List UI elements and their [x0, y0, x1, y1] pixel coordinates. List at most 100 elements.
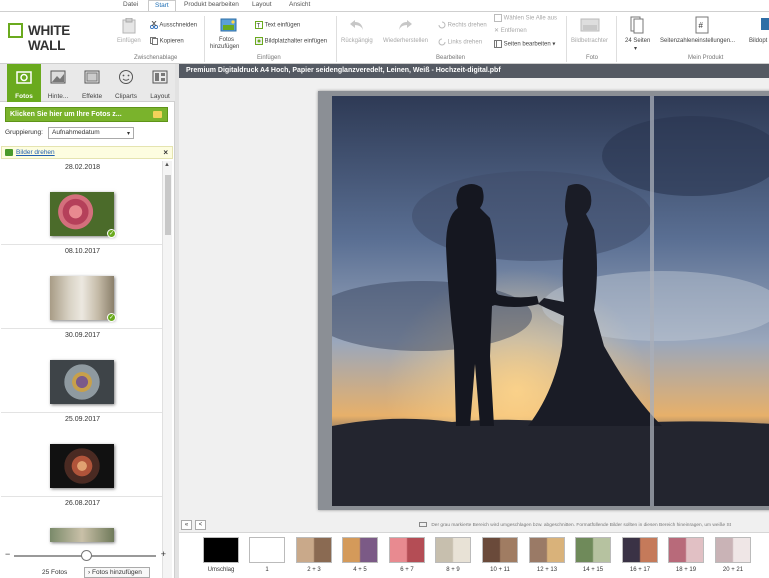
thumbnail-zoom-slider[interactable]: − + — [0, 549, 175, 563]
insert-placeholder-button[interactable]: Bildplatzhalter einfügen — [255, 37, 327, 45]
add-photos-icon — [220, 18, 237, 32]
zoom-out-button[interactable]: − — [5, 549, 10, 559]
panel-tab-photos[interactable]: Fotos — [7, 64, 41, 102]
rotate-right-button[interactable]: Rechts drehen — [438, 21, 487, 29]
photo-thumbnail[interactable] — [50, 360, 114, 404]
page-thumbnail[interactable] — [575, 537, 611, 563]
select-all-label: Wählen Sie Alle aus — [503, 15, 558, 22]
paste-icon — [122, 18, 136, 34]
image-options-icon — [761, 18, 769, 30]
grouping-label: Gruppierung: — [5, 129, 43, 136]
spread-photo[interactable] — [332, 96, 769, 506]
panel-tab-layout[interactable]: Layout — [143, 64, 177, 102]
add-photos-footer-button[interactable]: › Fotos hinzufügen — [84, 567, 150, 578]
photo-list-scrollbar[interactable]: ▲ ▼ — [162, 161, 172, 578]
group-label-photo: Foto — [586, 55, 599, 61]
photo-thumbnail[interactable] — [50, 528, 114, 542]
photo-count: 25 Fotos — [42, 569, 68, 576]
app-window: Datei Start Produkt bearbeiten Layout An… — [0, 0, 769, 578]
photo-thumbnail[interactable] — [50, 444, 114, 488]
remove-icon: ✕ — [494, 28, 500, 34]
panel-tab-label: Fotos — [15, 93, 33, 100]
close-icon[interactable]: × — [163, 148, 168, 157]
page-thumbnail[interactable] — [249, 537, 285, 563]
pages-button[interactable]: 24 Seiten — [625, 38, 650, 44]
wedding-couple-photo — [332, 96, 769, 506]
bleed-note: Der grau markierte Bereich wird umgeschl… — [419, 522, 731, 528]
panel-tab-background[interactable]: Hinte... — [41, 64, 75, 102]
insert-text-button[interactable]: T Text einfügen — [255, 21, 300, 29]
rotate-right-icon — [438, 21, 446, 29]
redo-button[interactable]: Wiederherstellen — [383, 38, 428, 44]
tab-layout[interactable]: Layout — [252, 1, 272, 8]
page-thumbnail[interactable] — [622, 537, 658, 563]
zoom-in-button[interactable]: + — [161, 549, 166, 559]
rotate-images-link[interactable]: Bilder drehen — [16, 149, 55, 156]
first-page-button[interactable]: « — [181, 520, 192, 530]
page-number-settings-button[interactable]: Seitenzahleneinstellungen... — [660, 38, 735, 44]
add-photos-button-line2[interactable]: hinzufügen — [210, 44, 239, 50]
panel-tab-cliparts[interactable]: Cliparts — [109, 64, 143, 102]
image-viewer-button[interactable]: Bildbetrachter — [571, 38, 608, 44]
page-thumbnail[interactable] — [668, 537, 704, 563]
rotate-left-button[interactable]: Links drehen — [438, 38, 482, 46]
remove-button[interactable]: ✕ Entfernen — [494, 27, 527, 34]
copy-icon — [150, 37, 158, 45]
tab-produkt-bearbeiten[interactable]: Produkt bearbeiten — [184, 1, 239, 8]
panel-tab-label: Layout — [150, 93, 170, 100]
prev-page-button[interactable]: < — [195, 520, 206, 530]
scrollbar-thumb[interactable] — [165, 175, 171, 235]
undo-icon — [350, 20, 363, 30]
page-thumbnail[interactable] — [389, 537, 425, 563]
remove-label: Entfernen — [500, 28, 527, 34]
grouping-select[interactable]: Aufnahmedatum ▾ — [48, 127, 134, 139]
group-label-edit: Bearbeiten — [436, 55, 466, 61]
page-thumbnail[interactable] — [203, 537, 239, 563]
effects-icon — [84, 70, 100, 84]
list-item: 26.08.2017 — [1, 497, 164, 578]
photo-thumbnail[interactable]: ✓ — [50, 276, 116, 322]
page-thumbnail[interactable] — [342, 537, 378, 563]
group-label-insert: Einfügen — [257, 55, 281, 61]
scroll-up-icon[interactable]: ▲ — [164, 162, 170, 168]
svg-text:#: # — [699, 21, 704, 30]
page-thumbnail[interactable] — [482, 537, 518, 563]
list-item: 08.10.2017 ✓ — [1, 245, 164, 329]
select-all-button[interactable]: Wählen Sie Alle aus — [494, 14, 557, 22]
tab-ansicht[interactable]: Ansicht — [289, 1, 310, 8]
tab-datei[interactable]: Datei — [123, 1, 138, 8]
photo-group-date: 28.02.2018 — [64, 164, 101, 171]
photo-thumbnail[interactable]: ✓ — [50, 192, 116, 238]
copy-label: Kopieren — [159, 38, 184, 45]
cut-button[interactable]: Ausschneiden — [150, 21, 197, 29]
upload-photos-button[interactable]: Klicken Sie hier um Ihre Fotos z... — [5, 107, 168, 122]
pages-dropdown-chevron-down-icon[interactable]: ▾ — [634, 45, 637, 52]
page-thumbnail[interactable] — [715, 537, 751, 563]
page-thumbnail[interactable] — [529, 537, 565, 563]
image-options-button[interactable]: Bildopt — [749, 38, 767, 44]
zoom-handle[interactable] — [81, 550, 92, 561]
photobook-spread[interactable] — [318, 91, 769, 510]
page-thumbnail[interactable] — [435, 537, 471, 563]
page-label: 8 + 9 — [446, 567, 460, 573]
panel-tab-effects[interactable]: Effekte — [75, 64, 109, 102]
bleed-note-text: Der grau markierte Bereich wird umgeschl… — [431, 522, 732, 528]
photo-group-date: 25.09.2017 — [64, 416, 101, 423]
copy-button[interactable]: Kopieren — [150, 37, 184, 45]
pages-icon — [630, 16, 644, 34]
canvas-statusbar: « < Der grau markierte Bereich wird umge… — [179, 518, 769, 532]
page-thumbnail[interactable] — [296, 537, 332, 563]
editor-canvas — [179, 78, 769, 518]
paste-button[interactable]: Einfügen — [117, 38, 141, 44]
add-photos-button[interactable]: Fotos — [219, 37, 234, 43]
photo-group-date: 08.10.2017 — [64, 248, 101, 255]
photo-panel: Fotos Hinte... Effekte Cliparts Layout K… — [0, 64, 175, 578]
edit-pages-label: Seiten bearbeiten — [503, 41, 551, 48]
undo-button[interactable]: Rückgängig — [341, 38, 373, 44]
photo-group-date: 30.09.2017 — [64, 332, 101, 339]
redo-icon — [399, 20, 412, 30]
edit-pages-button[interactable]: Seiten bearbeiten ▾ — [494, 40, 555, 48]
add-photos-footer-label: Fotos hinzufügen — [91, 569, 142, 576]
ribbon-separator — [204, 16, 205, 62]
check-icon: ✓ — [107, 313, 116, 322]
